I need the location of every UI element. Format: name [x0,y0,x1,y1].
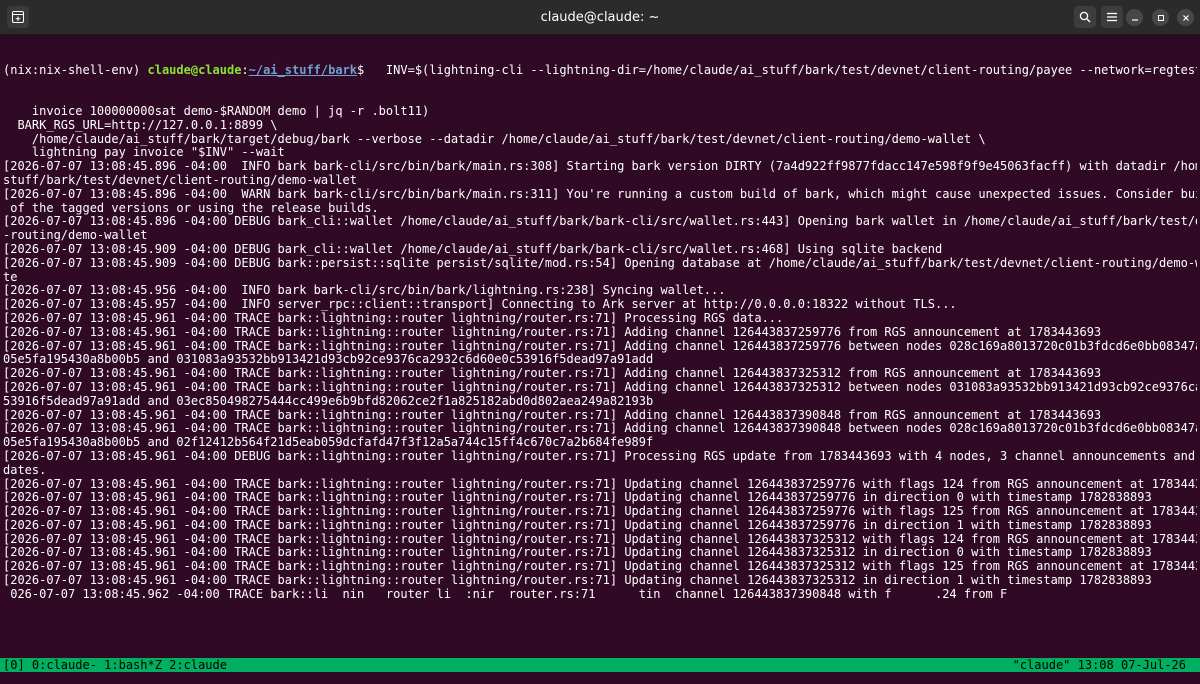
window-title: claude@claude: ~ [540,10,660,25]
log-line: [2026-07-07 13:08:45.961 -04:00 TRACE ba… [3,476,1197,491]
log-line: [2026-07-07 13:08:45.909 -04:00 DEBUG ba… [3,241,943,256]
tmux-window-list[interactable]: [0] 0:claude- 1:bash*Z 2:claude [3,658,227,672]
log-line: [2026-07-07 13:08:45.961 -04:00 TRACE ba… [3,517,1152,532]
tmux-status-bar: [0] 0:claude- 1:bash*Z 2:claude "claude"… [0,658,1200,672]
log-line: 026-07-07 13:08:45.962 -04:00 TRACE bark… [3,586,1008,601]
log-line: [2026-07-07 13:08:45.961 -04:00 TRACE ba… [3,531,1197,546]
search-button[interactable] [1074,6,1096,28]
maximize-button[interactable] [1152,9,1169,26]
log-line: [2026-07-07 13:08:45.961 -04:00 TRACE ba… [3,421,1197,436]
log-line: /home/claude/ai_stuff/bark/target/debug/… [3,131,986,146]
log-line: [2026-07-07 13:08:45.961 -04:00 TRACE ba… [3,379,1197,394]
terminal-bottom-padding [0,672,1200,684]
maximize-icon [1157,14,1164,21]
log-line: [2026-07-07 13:08:45.909 -04:00 DEBUG ba… [3,255,1197,270]
log-line: [2026-07-07 13:08:45.957 -04:00 INFO ser… [3,297,957,312]
log-line: dates. [3,462,47,477]
close-icon [1182,14,1189,21]
log-line: BARK_RGS_URL=http://127.0.0.1:8899 \ [3,117,278,132]
menu-button[interactable] [1101,6,1123,28]
log-line: [2026-07-07 13:08:45.961 -04:00 TRACE ba… [3,559,1197,574]
prompt-line: (nix:nix-shell-env) claude@claude:~/ai_s… [3,62,1197,78]
log-line: stuff/bark/test/devnet/client-routing/de… [3,172,358,187]
prompt-user-host: claude@claude [147,62,242,77]
tmux-status-right: "claude" 13:08 07-Jul-26 [1012,658,1186,672]
search-icon [1079,11,1091,23]
log-line: [2026-07-07 13:08:45.896 -04:00 WARN bar… [3,186,1197,201]
terminal-window: claude@claude: ~ (nix:nix-shell-env) cla… [0,0,1200,684]
prompt-dollar: $ [357,62,372,77]
log-line: [2026-07-07 13:08:45.961 -04:00 TRACE ba… [3,407,1102,422]
minimize-icon [1131,18,1138,21]
log-line: 05e5fa195430a8b00b5 and 02f12412b564f21d… [3,435,654,450]
command-text: INV=$(lightning-cli --lightning-dir=/hom… [371,62,1197,77]
log-line: 53916f5dead97a91add and 03ec850498275444… [3,393,654,408]
log-line: [2026-07-07 13:08:45.961 -04:00 TRACE ba… [3,573,1152,588]
log-line: of the tagged versions or using the rele… [3,200,379,215]
terminal-output[interactable]: (nix:nix-shell-env) claude@claude:~/ai_s… [3,36,1197,656]
log-line: [2026-07-07 13:08:45.896 -04:00 DEBUG ba… [3,214,1197,229]
hamburger-menu-icon [1107,12,1117,22]
log-line: [2026-07-07 13:08:45.961 -04:00 TRACE ba… [3,490,1152,505]
log-output: invoice 100000000sat demo-$RANDOM demo |… [3,103,1197,602]
log-line: invoice 100000000sat demo-$RANDOM demo |… [3,103,430,118]
log-line: 05e5fa195430a8b00b5 and 031083a93532bb91… [3,352,654,367]
log-line: [2026-07-07 13:08:45.961 -04:00 TRACE ba… [3,310,784,325]
log-line: [2026-07-07 13:08:45.961 -04:00 TRACE ba… [3,545,1152,560]
log-line: [2026-07-07 13:08:45.896 -04:00 INFO bar… [3,159,1197,174]
prompt-path: ~/ai_stuff/bark [248,62,358,77]
title-bar: claude@claude: ~ [0,0,1200,35]
prompt-colon: : [241,62,249,77]
prompt-env: (nix:nix-shell-env) [3,62,148,77]
log-line: [2026-07-07 13:08:45.961 -04:00 TRACE ba… [3,504,1197,519]
log-line: [2026-07-07 13:08:45.961 -04:00 DEBUG ba… [3,448,1197,463]
close-button[interactable] [1177,9,1194,26]
log-line: [2026-07-07 13:08:45.956 -04:00 INFO bar… [3,283,726,298]
minimize-button[interactable] [1126,9,1143,26]
log-line: te [3,269,18,284]
log-line: [2026-07-07 13:08:45.961 -04:00 TRACE ba… [3,366,1102,381]
log-line: lightning pay invoice "$INV" --wait [3,145,285,160]
log-line: -routing/demo-wallet [3,228,148,243]
log-line: [2026-07-07 13:08:45.961 -04:00 TRACE ba… [3,338,1197,353]
log-line: [2026-07-07 13:08:45.961 -04:00 TRACE ba… [3,324,1102,339]
